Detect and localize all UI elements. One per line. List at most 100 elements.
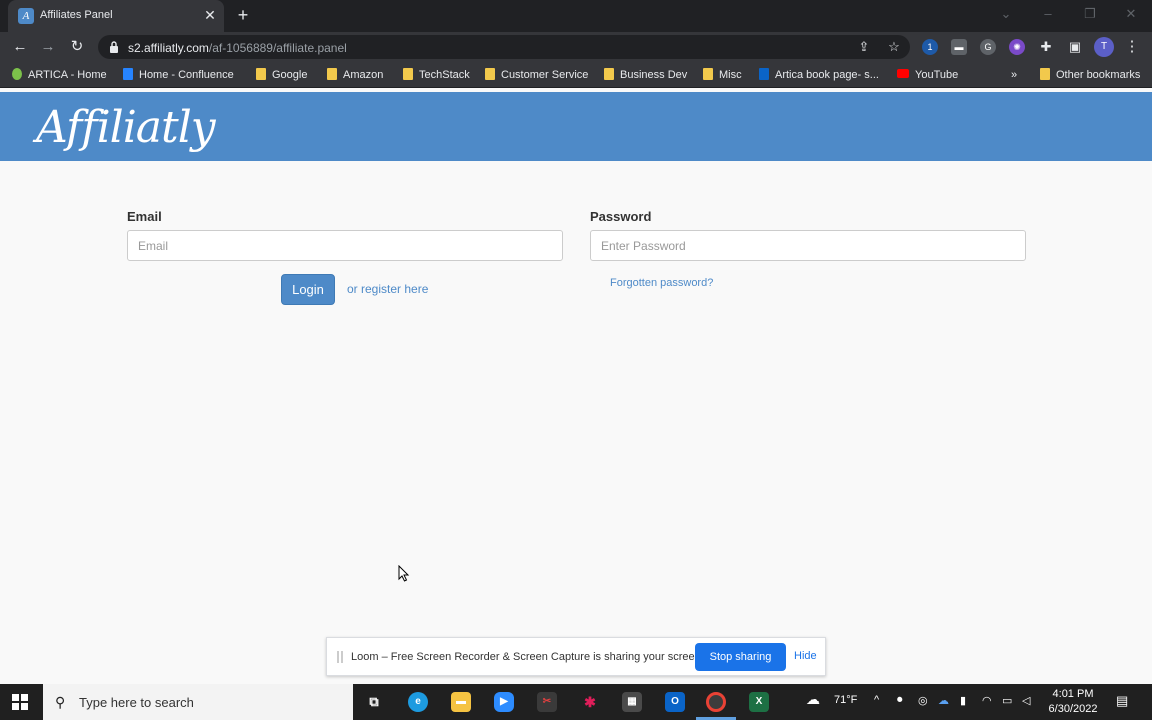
lock-icon [110,41,118,53]
bookmark-label: Google [272,69,308,81]
meet-icon[interactable]: ◎ [918,694,928,707]
usb-icon[interactable]: ▮ [960,694,966,707]
bookmark-folder[interactable]: Customer Service [485,67,588,83]
extensions-puzzle-icon[interactable]: ✚ [1038,39,1054,55]
bookmark-label: YouTube [915,69,959,81]
url-path: /af-1056889/affiliate.panel [208,41,347,55]
bookmark-item[interactable]: ARTICA - Home [12,67,107,83]
tab-close-icon[interactable]: ✕ [202,6,218,24]
more-bookmarks-icon[interactable]: » [1011,67,1017,83]
address-bar[interactable]: s2.affiliatly.com/af-1056889/affiliate.p… [98,35,910,59]
weather-temp[interactable]: 71°F [834,694,857,706]
brand-header: Affiliatly [0,92,1152,161]
side-panel-icon[interactable]: ▣ [1067,39,1083,55]
calculator-icon[interactable]: ▦ [622,692,642,712]
confluence-favicon-icon [123,68,133,80]
email-field[interactable]: Email [127,230,563,261]
forward-icon[interactable]: → [38,37,58,57]
loom-extension-icon[interactable]: ✺ [1009,39,1025,55]
page-content: Affiliatly Email Email Password Enter Pa… [0,92,1152,684]
reload-icon[interactable]: ↻ [67,37,87,57]
bookmark-label: Misc [719,69,742,81]
password-field[interactable]: Enter Password [590,230,1026,261]
browser-menu-icon[interactable]: ⋮ [1122,37,1142,57]
edge-icon[interactable]: e [408,692,428,712]
other-bookmarks-folder[interactable]: Other bookmarks [1040,67,1140,83]
show-hidden-icons-icon[interactable]: ^ [874,694,879,706]
bookmark-label: ARTICA - Home [28,69,107,81]
bookmark-label: TechStack [419,69,470,81]
bookmark-label: Other bookmarks [1056,69,1141,81]
maximize-icon[interactable]: ❐ [1080,4,1100,24]
folder-icon [703,68,713,80]
tab-search-icon[interactable]: ⌄ [996,4,1016,24]
loom-sharing-text: Loom – Free Screen Recorder & Screen Cap… [351,651,704,663]
forgotten-password-link[interactable]: Forgotten password? [610,277,713,289]
outlook-favicon-icon [759,68,769,80]
bookmark-folder[interactable]: Business Dev [604,67,687,83]
search-placeholder: Type here to search [79,695,194,710]
register-link[interactable]: or register here [347,282,428,296]
bookmark-star-icon[interactable]: ☆ [886,39,902,55]
outlook-icon[interactable]: O [665,692,685,712]
1password-extension-icon[interactable]: 1 [922,39,938,55]
login-button[interactable]: Login [281,274,335,305]
bookmark-folder[interactable]: Google [256,67,307,83]
loom-sharing-bar: Loom – Free Screen Recorder & Screen Cap… [326,637,826,676]
weather-icon[interactable]: ☁ [806,691,820,708]
tab-title: Affiliates Panel [40,9,113,21]
wifi-icon[interactable]: ◠ [982,694,992,707]
share-icon[interactable]: ⇪ [856,39,872,55]
bookmark-label: Home - Confluence [139,69,234,81]
search-icon: ⚲ [55,694,66,710]
bookmark-folder[interactable]: Amazon [327,67,383,83]
tab-affiliates-panel[interactable]: A Affiliates Panel ✕ [8,0,224,32]
youtube-favicon-icon [897,69,909,78]
drag-handle-icon[interactable] [337,651,343,663]
mouse-cursor-icon [398,565,410,582]
profile-avatar[interactable]: T [1094,37,1114,57]
folder-icon [403,68,413,80]
volume-icon[interactable]: ◁ [1022,694,1030,707]
minimize-icon[interactable]: – [1038,4,1058,24]
chrome-icon[interactable] [706,692,726,712]
zoom-icon[interactable]: ▶ [494,692,514,712]
folder-icon [327,68,337,80]
microphone-icon[interactable]: ⏺ [897,694,903,707]
folder-icon [1040,68,1050,80]
task-view-icon[interactable]: ⧉ [364,692,384,712]
excel-icon[interactable]: X [749,692,769,712]
onedrive-icon[interactable]: ☁ [938,694,949,707]
new-tab-icon[interactable]: + [234,4,252,26]
artica-favicon-icon [12,68,22,80]
windows-start-icon[interactable] [12,694,28,710]
battery-icon[interactable]: ▭ [1002,694,1012,707]
bookmark-folder[interactable]: TechStack [403,67,470,83]
snipping-tool-icon[interactable]: ✂ [537,692,557,712]
hide-link[interactable]: Hide [794,650,817,662]
windows-taskbar: ⚲ Type here to search ⧉ e ▬ ▶ ✂ ✱ ▦ O X … [0,684,1152,720]
bookmark-item[interactable]: Artica book page- s... [759,67,879,83]
folder-icon [256,68,266,80]
clock-time: 4:01 PM [1052,688,1094,700]
affiliatly-logo: Affiliatly [36,102,216,153]
back-icon[interactable]: ← [10,37,30,57]
stop-sharing-button[interactable]: Stop sharing [695,643,786,671]
taskbar-clock[interactable]: 4:01 PM 6/30/2022 [1040,687,1106,717]
bookmark-label: Business Dev [620,69,688,81]
bookmarks-bar: ARTICA - Home Home - Confluence Google A… [0,62,1152,88]
bookmark-item[interactable]: Home - Confluence [123,67,234,83]
close-window-icon[interactable]: ✕ [1121,4,1141,24]
bookmark-label: Amazon [343,69,384,81]
slack-icon[interactable]: ✱ [580,692,600,712]
folder-icon [485,68,495,80]
bookmark-folder[interactable]: Misc [703,67,742,83]
grammarly-extension-icon[interactable]: G [980,39,996,55]
clock-date: 6/30/2022 [1048,703,1098,715]
notifications-icon[interactable]: ▤ [1116,693,1128,709]
taskbar-search-box[interactable]: ⚲ Type here to search [43,684,353,720]
extension-icon[interactable]: ▬ [951,39,967,55]
bookmark-label: Customer Service [501,69,589,81]
file-explorer-icon[interactable]: ▬ [451,692,471,712]
bookmark-item[interactable]: YouTube [897,67,958,83]
